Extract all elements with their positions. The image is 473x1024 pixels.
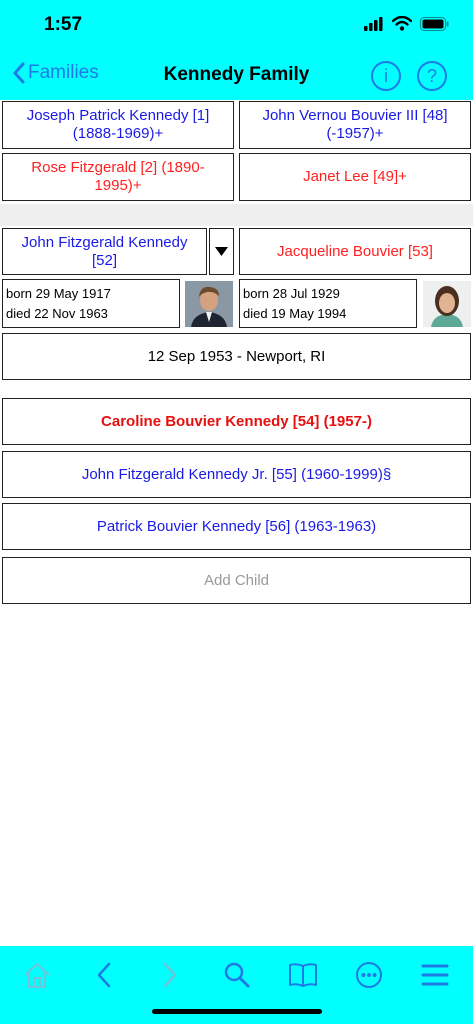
wife-photo[interactable] xyxy=(423,281,471,327)
status-bar: 1:57 xyxy=(0,0,473,50)
husband-dates: born 29 May 1917 died 22 Nov 1963 xyxy=(2,279,180,328)
help-icon[interactable]: ? xyxy=(417,61,447,91)
child-button[interactable]: John Fitzgerald Kennedy Jr. [55] (1960-1… xyxy=(2,451,471,498)
wifi-icon xyxy=(391,15,413,36)
signal-icon xyxy=(364,16,384,36)
husband-button[interactable]: John Fitzgerald Kennedy [52] xyxy=(2,228,207,275)
wife-button[interactable]: Jacqueline Bouvier [53] xyxy=(239,228,471,275)
book-icon[interactable] xyxy=(286,958,320,992)
husband-photo[interactable] xyxy=(185,281,233,327)
wife-died: died 19 May 1994 xyxy=(243,306,347,321)
page-title: Kennedy Family xyxy=(163,64,310,85)
status-icons xyxy=(364,15,449,36)
paternal-grandfather-button[interactable]: Joseph Patrick Kennedy [1] (1888-1969)+ xyxy=(2,101,234,149)
section-divider xyxy=(0,204,473,226)
maternal-grandmother-button[interactable]: Janet Lee [49]+ xyxy=(239,153,471,201)
home-icon[interactable] xyxy=(20,958,54,992)
more-icon[interactable] xyxy=(352,958,386,992)
home-indicator xyxy=(152,1009,322,1014)
forward-arrow-icon[interactable] xyxy=(153,958,187,992)
menu-icon[interactable] xyxy=(418,958,452,992)
add-child-button[interactable]: Add Child xyxy=(2,557,471,604)
triangle-down-icon xyxy=(215,247,228,256)
wife-born: born 28 Jul 1929 xyxy=(243,286,340,301)
wife-dates: born 28 Jul 1929 died 19 May 1994 xyxy=(239,279,417,328)
paternal-grandmother-button[interactable]: Rose Fitzgerald [2] (1890-1995)+ xyxy=(2,153,234,201)
child-button[interactable]: Caroline Bouvier Kennedy [54] (1957-) xyxy=(2,398,471,445)
back-arrow-icon[interactable] xyxy=(87,958,121,992)
husband-born: born 29 May 1917 xyxy=(6,286,111,301)
spouse-dropdown-button[interactable] xyxy=(209,228,234,275)
maternal-grandfather-button[interactable]: John Vernou Bouvier III [48] (-1957)+ xyxy=(239,101,471,149)
battery-icon xyxy=(420,16,449,36)
marriage-info[interactable]: 12 Sep 1953 - Newport, RI xyxy=(2,333,471,380)
info-icon[interactable]: i xyxy=(371,61,401,91)
search-icon[interactable] xyxy=(220,958,254,992)
status-time: 1:57 xyxy=(44,14,83,35)
child-button[interactable]: Patrick Bouvier Kennedy [56] (1963-1963) xyxy=(2,503,471,550)
navigation-bar: Families Kennedy Family i ? xyxy=(0,50,473,100)
husband-died: died 22 Nov 1963 xyxy=(6,306,108,321)
